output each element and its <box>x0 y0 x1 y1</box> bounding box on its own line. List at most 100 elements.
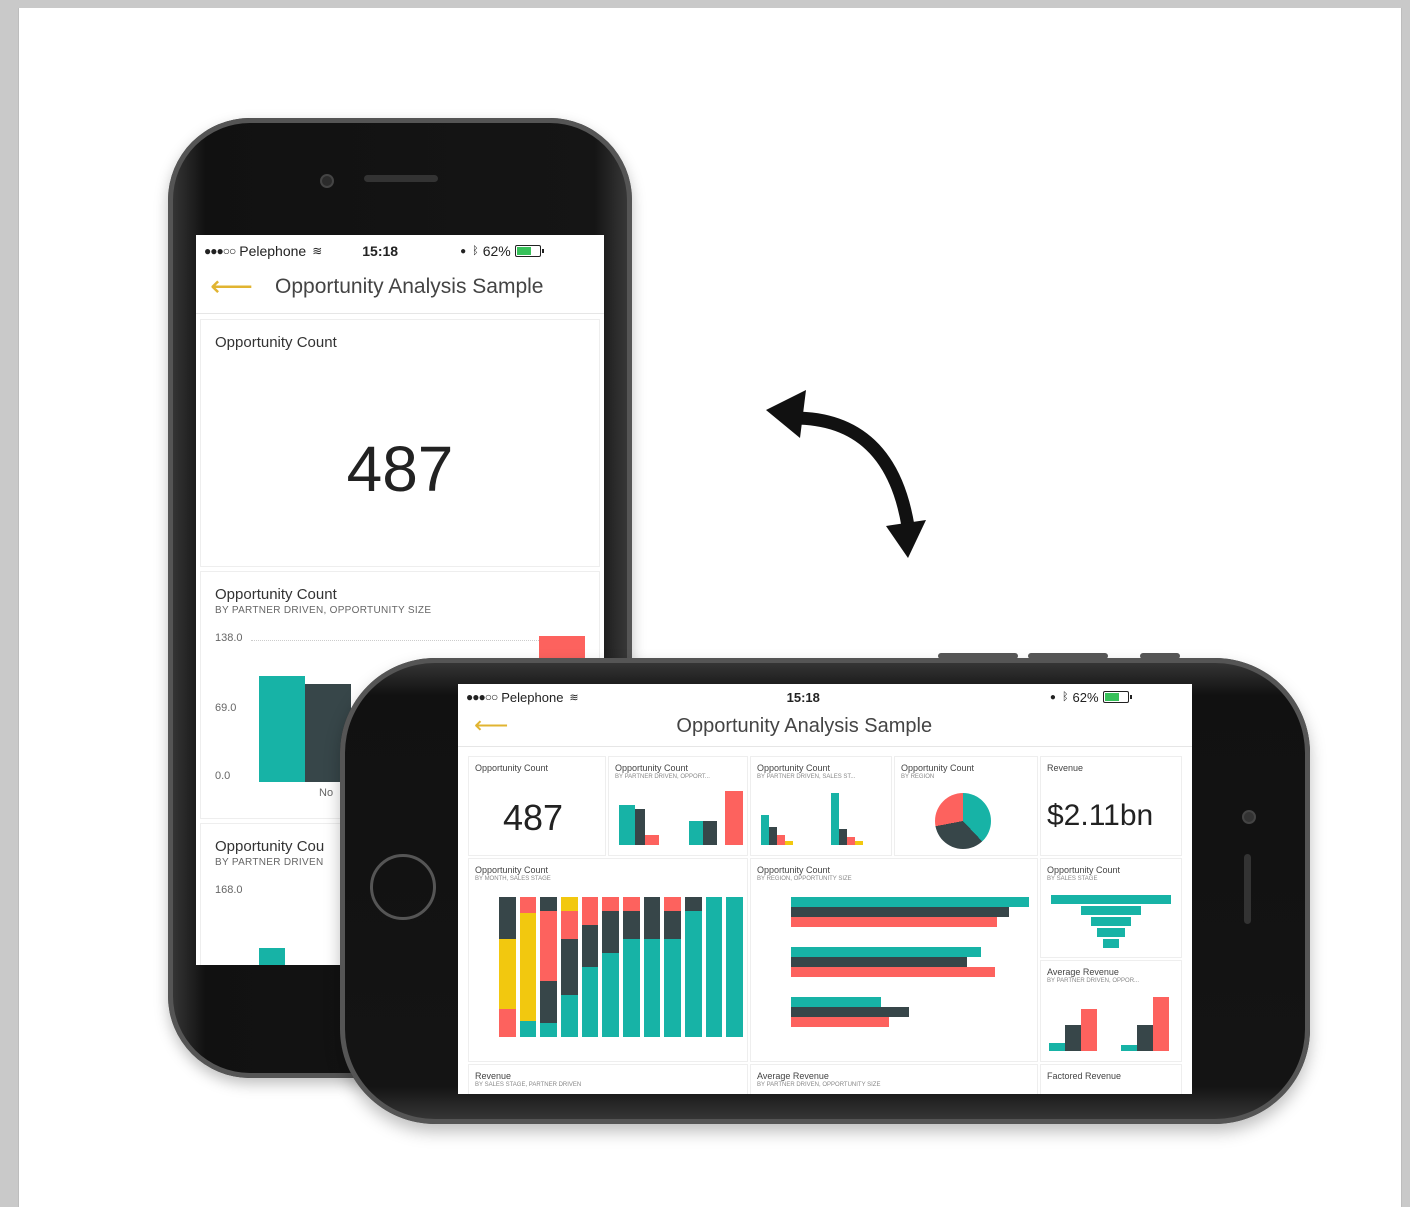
card-value: 487 <box>346 433 454 505</box>
status-bar: ●●●○○ Pelephone ≋ 15:18 ● ᛒ 62% <box>196 235 604 261</box>
bar <box>791 907 1009 917</box>
bar <box>689 821 703 845</box>
page-title: Opportunity Analysis Sample <box>275 275 544 298</box>
tile-title: Revenue <box>1047 763 1084 773</box>
tile-value: 487 <box>503 797 564 838</box>
tile-title: Opportunity Count <box>901 763 975 773</box>
earpiece-speaker <box>1244 854 1251 924</box>
bar <box>855 841 863 845</box>
app-header: ⟵ Opportunity Analysis Sample <box>458 706 1192 747</box>
bar <box>1153 997 1169 1051</box>
card-title: Opportunity Count <box>215 586 337 603</box>
volume-button <box>1028 653 1108 659</box>
wifi-icon: ≋ <box>312 244 323 258</box>
tile-opportunity-count-month[interactable]: Opportunity Count BY MONTH, SALES STAGE <box>468 858 748 1062</box>
tile-opportunity-count-stage[interactable]: Opportunity Count BY PARTNER DRIVEN, SAL… <box>750 756 892 856</box>
bar <box>1081 1009 1097 1051</box>
bluetooth-icon: ᛒ <box>472 245 479 257</box>
bar <box>785 841 793 845</box>
earpiece-speaker <box>364 175 438 182</box>
tile-revenue-stage[interactable]: Revenue BY SALES STAGE, PARTNER DRIVEN <box>468 1064 748 1094</box>
landscape-screen: ●●●○○ Pelephone ≋ 15:18 ● ᛒ 62% ⟵ Opport… <box>458 684 1192 1094</box>
signal-dots: ●●●○○ <box>204 244 236 258</box>
back-arrow-icon[interactable]: ⟵ <box>210 272 253 302</box>
tile-title: Opportunity Count <box>615 763 689 773</box>
bar-teal <box>259 948 285 965</box>
tile-subtitle: BY REGION, OPPORTUNITY SIZE <box>757 876 852 882</box>
tile-title: Factored Revenue <box>1047 1071 1122 1081</box>
bar <box>703 821 717 845</box>
clock: 15:18 <box>362 243 399 259</box>
bar <box>1065 1025 1081 1051</box>
bar <box>791 1007 909 1017</box>
status-bar: ●●●○○ Pelephone ≋ 15:18 ● ᛒ 62% <box>458 684 1192 706</box>
front-camera <box>320 174 334 188</box>
bar <box>791 997 881 1007</box>
y-tick: 69.0 <box>215 702 237 714</box>
funnel-bar <box>1091 917 1131 926</box>
bar <box>1121 1045 1137 1051</box>
signal-dots: ●●●○○ <box>466 690 498 704</box>
bar <box>791 967 995 977</box>
bar <box>847 837 855 845</box>
tile-title: Opportunity Count <box>1047 865 1121 875</box>
opportunity-count-card[interactable]: Opportunity Count 487 <box>200 319 600 567</box>
bar-teal <box>259 676 305 782</box>
funnel-bar <box>1051 895 1171 904</box>
tile-average-revenue[interactable]: Average Revenue BY PARTNER DRIVEN, OPPOR… <box>1040 960 1182 1062</box>
tile-title: Opportunity Count <box>757 865 831 875</box>
tile-subtitle: BY MONTH, SALES STAGE <box>475 876 551 882</box>
tile-opportunity-count-sales-stage[interactable]: Opportunity Count BY SALES STAGE <box>1040 858 1182 958</box>
tile-subtitle: BY PARTNER DRIVEN, SALES ST... <box>757 774 856 780</box>
tile-opportunity-count-size[interactable]: Opportunity Count BY REGION, OPPORTUNITY… <box>750 858 1038 1062</box>
volume-button <box>938 653 1018 659</box>
bar <box>791 917 997 927</box>
bar <box>1137 1025 1153 1051</box>
funnel-bar <box>1103 939 1119 948</box>
tile-revenue[interactable]: Revenue $2.11bn <box>1040 756 1182 856</box>
bar <box>769 827 777 845</box>
stacked-bars <box>499 897 744 1038</box>
bar <box>761 815 769 845</box>
tile-opportunity-count-partner[interactable]: Opportunity Count BY PARTNER DRIVEN, OPP… <box>608 756 748 856</box>
bar <box>777 835 785 845</box>
bluetooth-icon: ᛒ <box>1061 691 1069 703</box>
bar <box>791 947 981 957</box>
app-header: ⟵ Opportunity Analysis Sample <box>196 261 604 314</box>
tile-title: Average Revenue <box>1047 967 1119 977</box>
y-tick: 168.0 <box>215 884 243 896</box>
bar <box>645 835 659 845</box>
pie-chart <box>935 793 991 849</box>
tile-title: Opportunity Count <box>475 865 549 875</box>
bar <box>635 809 645 845</box>
bar <box>1049 1043 1065 1051</box>
funnel-bar <box>1081 906 1141 915</box>
funnel-bar <box>1097 928 1125 937</box>
home-button[interactable] <box>370 854 436 920</box>
battery-icon <box>1102 691 1132 703</box>
clock: 15:18 <box>786 689 820 705</box>
x-tick: No <box>319 787 334 799</box>
card-title: Opportunity Count <box>215 334 337 351</box>
battery-percent: 62% <box>1072 689 1099 705</box>
card-subtitle: BY PARTNER DRIVEN, OPPORTUNITY SIZE <box>215 605 432 616</box>
tile-title: Opportunity Count <box>757 763 831 773</box>
tile-title: Opportunity Count <box>475 763 549 773</box>
back-arrow-icon[interactable]: ⟵ <box>474 714 508 738</box>
tile-subtitle: BY PARTNER DRIVEN, OPPORT... <box>615 774 710 780</box>
tile-average-revenue-size[interactable]: Average Revenue BY PARTNER DRIVEN, OPPOR… <box>750 1064 1038 1094</box>
landscape-phone: ●●●○○ Pelephone ≋ 15:18 ● ᛒ 62% ⟵ Opport… <box>340 653 1310 1124</box>
bar <box>791 957 967 967</box>
tile-opportunity-count[interactable]: Opportunity Count 487 <box>468 756 606 856</box>
bar <box>791 897 1029 907</box>
tile-title: Revenue <box>475 1071 512 1081</box>
tile-title: Average Revenue <box>757 1071 829 1081</box>
carrier-label: Pelephone <box>239 243 307 259</box>
tile-subtitle: BY SALES STAGE <box>1047 876 1098 882</box>
bar <box>619 805 635 845</box>
mute-switch <box>1140 653 1180 659</box>
tile-subtitle: BY REGION <box>901 774 935 780</box>
tile-factored-revenue[interactable]: Factored Revenue <box>1040 1064 1182 1094</box>
alarm-icon: ● <box>460 245 467 257</box>
tile-opportunity-count-region[interactable]: Opportunity Count BY REGION <box>894 756 1038 856</box>
